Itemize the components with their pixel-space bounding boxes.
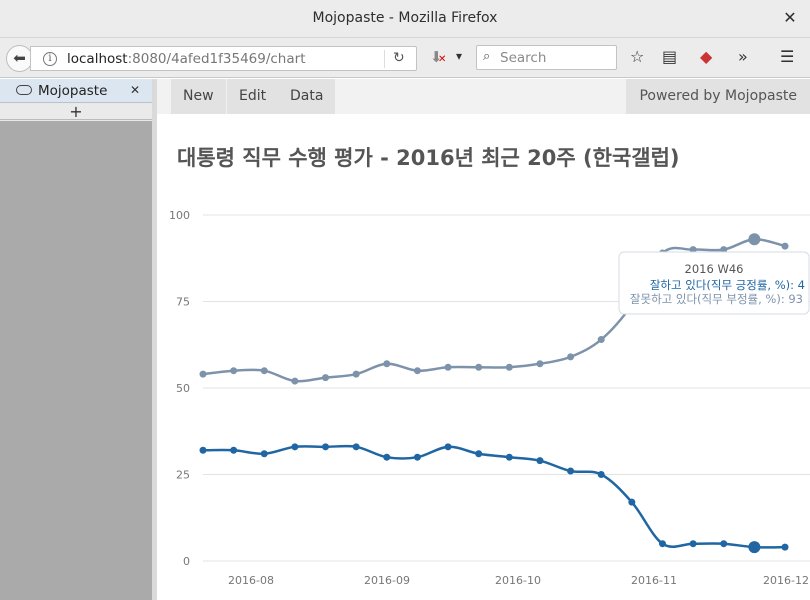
data-point[interactable] xyxy=(475,450,483,458)
browser-window: Mojopaste - Mozilla Firefox ✕ ⬅ i localh… xyxy=(0,0,810,600)
data-point[interactable] xyxy=(322,374,330,382)
data-point[interactable] xyxy=(383,453,391,461)
data-point[interactable] xyxy=(475,363,483,371)
y-tick-label: 100 xyxy=(169,209,190,222)
data-point[interactable] xyxy=(199,370,207,378)
data-point[interactable] xyxy=(444,363,452,371)
data-point[interactable] xyxy=(260,450,268,458)
data-point[interactable] xyxy=(536,457,544,465)
data-point[interactable] xyxy=(689,540,697,548)
data-point[interactable] xyxy=(291,377,299,385)
x-tick-label: 2016-09 xyxy=(364,574,410,587)
line-chart: 0 25 50 75 100 2016-08 2016-09 2016-10 2016-11 20… xyxy=(169,209,810,587)
data-point[interactable] xyxy=(597,471,605,478)
chart-tooltip: 2016 W46 잘하고 있다(직무 긍정률, %): 4 잘못하고 있다(직무… xyxy=(618,251,810,315)
x-tick-label: 2016-12 xyxy=(763,574,809,587)
data-point[interactable] xyxy=(597,336,605,344)
data-point[interactable] xyxy=(567,467,575,475)
data-point[interactable] xyxy=(383,360,391,368)
y-tick-label: 50 xyxy=(176,382,190,395)
data-point[interactable] xyxy=(352,370,360,378)
y-tick-label: 75 xyxy=(176,296,190,309)
series-line-0 xyxy=(202,444,786,549)
data-point[interactable] xyxy=(628,498,636,506)
x-tick-label: 2016-10 xyxy=(495,574,541,587)
tooltip-line-positive: 잘하고 있다(직무 긍정률, %): 4 xyxy=(650,278,805,292)
data-point[interactable] xyxy=(352,443,360,451)
tooltip-header: 2016 W46 xyxy=(685,262,744,276)
data-point[interactable] xyxy=(413,453,421,461)
data-point[interactable] xyxy=(536,360,544,368)
data-point[interactable] xyxy=(322,443,330,451)
data-point[interactable] xyxy=(505,453,513,461)
data-point[interactable] xyxy=(781,543,789,551)
x-tick-label: 2016-11 xyxy=(631,574,677,587)
data-point[interactable] xyxy=(720,540,728,548)
data-point[interactable] xyxy=(444,443,452,451)
data-point[interactable] xyxy=(658,540,666,548)
data-point[interactable] xyxy=(748,541,761,554)
y-tick-label: 25 xyxy=(176,469,190,482)
data-point[interactable] xyxy=(230,367,238,375)
data-point[interactable] xyxy=(567,353,575,361)
data-point[interactable] xyxy=(748,233,761,246)
tooltip-line-negative: 잘못하고 있다(직무 부정률, %): 93 xyxy=(630,292,803,306)
data-point[interactable] xyxy=(199,446,207,454)
data-point[interactable] xyxy=(230,446,238,454)
x-tick-label: 2016-08 xyxy=(228,574,274,587)
y-tick-label: 0 xyxy=(183,555,190,568)
data-point[interactable] xyxy=(781,242,789,250)
data-point[interactable] xyxy=(413,367,421,375)
data-point[interactable] xyxy=(260,367,268,375)
data-point[interactable] xyxy=(291,443,299,451)
data-point[interactable] xyxy=(505,363,513,371)
